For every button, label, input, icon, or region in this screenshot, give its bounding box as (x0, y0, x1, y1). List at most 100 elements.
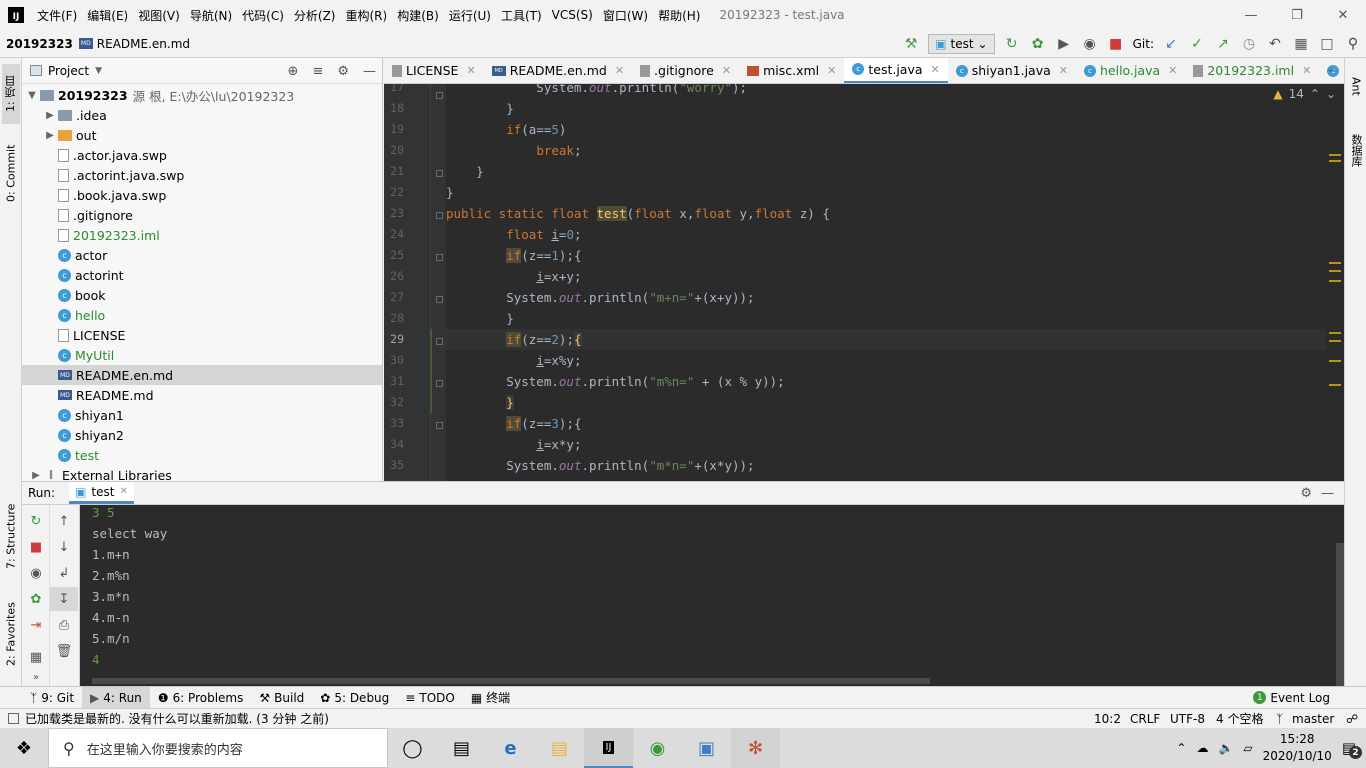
presentation-icon[interactable]: □ (1314, 33, 1340, 55)
code-editor[interactable]: LICENSE ✕ MD README.en.md ✕ .gitignore ✕ misc.x… (384, 58, 1344, 481)
network-icon[interactable]: ▱ (1243, 741, 1252, 755)
tool-git[interactable]: ᛉ 9: Git (22, 687, 82, 709)
stop-icon[interactable]: ■ (1103, 33, 1129, 55)
menu-analyze[interactable]: 分析(Z) (289, 7, 341, 24)
menu-vcs[interactable]: VCS(S) (547, 8, 598, 22)
file-encoding[interactable]: UTF-8 (1170, 712, 1205, 726)
run-config-select[interactable]: ▣ test ⌄ (928, 34, 995, 54)
fold-marker-icon[interactable] (436, 338, 443, 345)
tree-item[interactable]: c actorint (22, 265, 382, 285)
tab-database[interactable]: 数据库 (1347, 120, 1365, 180)
collapse-all-icon[interactable]: ≡ (312, 64, 323, 79)
tree-item[interactable]: .gitignore (22, 205, 382, 225)
editor-tab[interactable]: misc.xml ✕ (739, 58, 844, 83)
menu-edit[interactable]: 编辑(E) (82, 7, 133, 24)
wechat-icon[interactable]: ◉ (633, 728, 682, 768)
tab-project[interactable]: 1: 项目 (2, 64, 20, 124)
editor-tab[interactable]: 20192323.iml ✕ (1185, 58, 1319, 83)
run-console[interactable]: 3 5 select way 1.m+n 2.m%n 3.m*n 4.m-n 5.m/n 4 (80, 505, 1344, 686)
close-icon[interactable]: ✕ (1320, 0, 1366, 30)
warning-marker[interactable] (1329, 262, 1341, 264)
caret-position[interactable]: 10:2 (1094, 712, 1121, 726)
tree-item[interactable]: c MyUtil (22, 345, 382, 365)
menu-tools[interactable]: 工具(T) (496, 7, 547, 24)
profile-icon[interactable]: ◉ (1077, 33, 1103, 55)
volume-icon[interactable]: 🔈 (1218, 741, 1233, 755)
git-push-icon[interactable]: ↗ (1210, 33, 1236, 55)
tree-item[interactable]: ▶ out (22, 125, 382, 145)
menu-file[interactable]: 文件(F) (32, 7, 82, 24)
menu-help[interactable]: 帮助(H) (653, 7, 705, 24)
git-commit-icon[interactable]: ✓ (1184, 33, 1210, 55)
tree-item[interactable]: LICENSE (22, 325, 382, 345)
hide-panel-icon[interactable]: — (363, 64, 376, 79)
fold-marker-icon[interactable] (436, 422, 443, 429)
rollback-icon[interactable]: ↶ (1262, 33, 1288, 55)
editor-tab[interactable]: c hello.java ✕ (1076, 58, 1185, 83)
tab-list-dropdown-icon[interactable]: ⌄ (1326, 61, 1336, 75)
menu-refactor[interactable]: 重构(R) (341, 7, 393, 24)
menu-build[interactable]: 构建(B) (392, 7, 444, 24)
fold-marker-icon[interactable] (436, 212, 443, 219)
close-icon[interactable]: ✕ (1168, 64, 1177, 77)
chevron-right-icon[interactable]: ▶ (28, 470, 44, 481)
lock-icon[interactable]: ☍ (1346, 712, 1358, 726)
coverage-icon[interactable]: ▶ (1051, 33, 1077, 55)
indent-setting[interactable]: 4 个空格 (1216, 710, 1263, 727)
tree-item[interactable]: ▶ ‖ External Libraries (22, 465, 382, 482)
git-update-icon[interactable]: ↙ (1158, 33, 1184, 55)
tab-commit[interactable]: 0: Commit (2, 136, 20, 210)
vcs-change-marker[interactable] (430, 329, 432, 413)
close-icon[interactable]: ✕ (119, 486, 127, 497)
editor-tab[interactable]: .gitignore ✕ (632, 58, 739, 83)
tree-item[interactable]: .actor.java.swp (22, 145, 382, 165)
scroll-to-end-icon[interactable]: ↧ (50, 587, 78, 611)
tree-item[interactable]: c shiyan1 (22, 405, 382, 425)
run-tab-test[interactable]: ▣ test ✕ (69, 482, 134, 504)
fold-marker-icon[interactable] (436, 170, 443, 177)
menu-window[interactable]: 窗口(W) (598, 7, 653, 24)
warning-marker[interactable] (1329, 332, 1341, 334)
cloud-icon[interactable]: ☁ (1196, 741, 1208, 755)
warning-marker[interactable] (1329, 384, 1341, 386)
close-icon[interactable]: ✕ (615, 64, 624, 77)
menu-run[interactable]: 运行(U) (444, 7, 496, 24)
stop-icon[interactable]: ■ (22, 535, 50, 559)
close-icon[interactable]: ✕ (1059, 64, 1068, 77)
restore-icon[interactable]: ❐ (1274, 0, 1320, 30)
status-message[interactable]: 已加载类是最新的. 没有什么可以重新加载. (3 分钟 之前) (25, 710, 329, 727)
windows-start-icon[interactable]: ❖ (0, 728, 48, 768)
chevron-down-icon[interactable]: ▼ (24, 90, 40, 101)
intellij-taskbar-icon[interactable]: IJ (584, 728, 633, 768)
camera-icon[interactable]: ◉ (22, 561, 50, 585)
tree-item[interactable]: c test (22, 445, 382, 465)
tree-item[interactable]: 20192323.iml (22, 225, 382, 245)
debug-icon[interactable]: ✿ (22, 587, 50, 611)
hide-panel-icon[interactable]: — (1321, 486, 1334, 501)
warning-marker[interactable] (1329, 280, 1341, 282)
tree-item[interactable]: ▶ .idea (22, 105, 382, 125)
build-hammer-icon[interactable]: ⚒ (898, 33, 924, 55)
git-branch[interactable]: master (1292, 712, 1334, 726)
editor-tab[interactable]: MD README.en.md ✕ (484, 58, 632, 83)
trash-icon[interactable]: 🗑 (50, 639, 78, 663)
menu-view[interactable]: 视图(V) (133, 7, 185, 24)
cortana-icon[interactable]: ◯ (388, 728, 437, 768)
editor-tab[interactable]: LICENSE ✕ (384, 58, 484, 83)
print-icon[interactable]: ⎙ (50, 613, 78, 637)
line-separator[interactable]: CRLF (1130, 712, 1160, 726)
console-hscrollbar[interactable] (92, 678, 930, 684)
tree-item[interactable]: .book.java.swp (22, 185, 382, 205)
locate-icon[interactable]: ⊕ (288, 64, 299, 79)
close-icon[interactable]: ✕ (1302, 64, 1311, 77)
warning-marker[interactable] (1329, 340, 1341, 342)
warning-marker[interactable] (1329, 360, 1341, 362)
task-view-icon[interactable]: ▤ (437, 728, 486, 768)
error-stripe[interactable] (1326, 84, 1344, 481)
arrow-down-icon[interactable]: ↓ (50, 535, 78, 559)
breadcrumb-project[interactable]: 20192323 (6, 37, 73, 51)
rerun-icon[interactable]: ↻ (999, 33, 1025, 55)
chevron-right-icon[interactable]: ▶ (42, 110, 58, 121)
tool-event-log[interactable]: 1 Event Log (1245, 687, 1338, 709)
rerun-icon[interactable]: ↻ (22, 509, 50, 533)
